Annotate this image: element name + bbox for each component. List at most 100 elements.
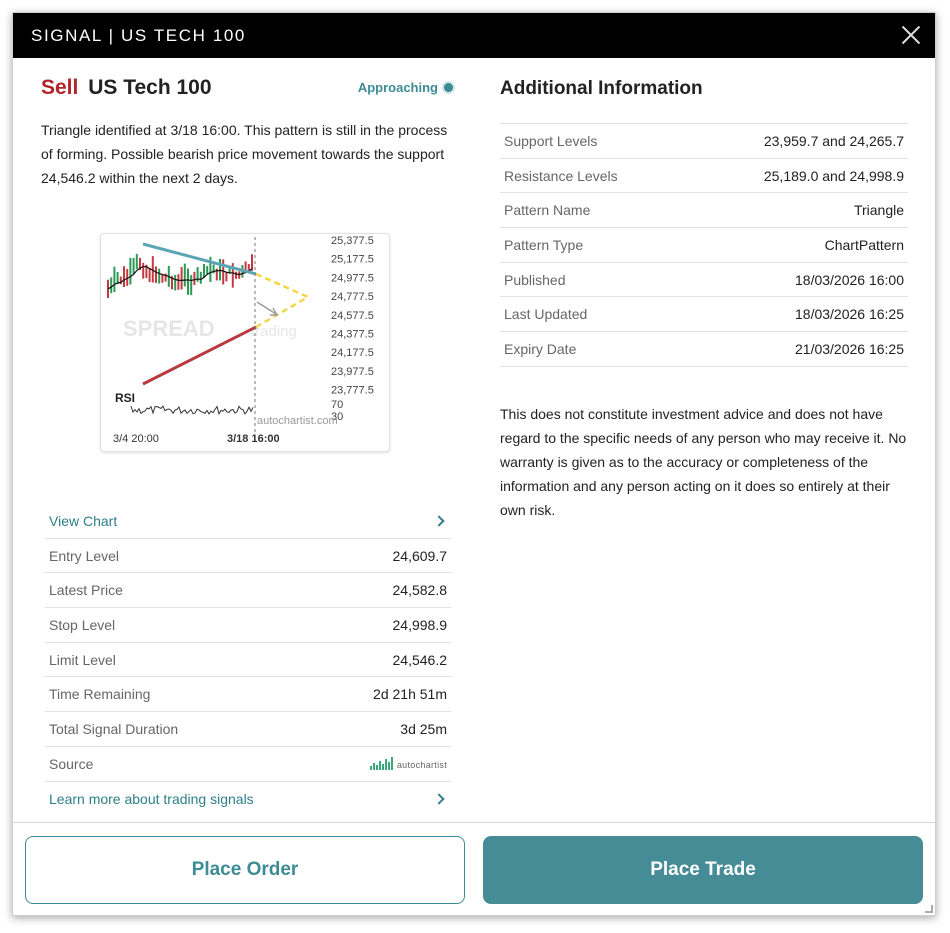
info-value: 25,189.0 and 24,998.9 <box>763 167 904 184</box>
place-order-button[interactable]: Place Order <box>25 836 465 904</box>
additional-info-table: Support Levels 23,959.7 and 24,265.7 Res… <box>500 123 908 367</box>
detail-row-source: Source autochartist <box>45 747 451 782</box>
candle <box>251 254 253 271</box>
signal-heading: Sell US Tech 100 <box>41 76 212 100</box>
y-tick-label: 24,377.5 <box>331 329 374 341</box>
candle <box>177 274 180 290</box>
signal-modal: SIGNAL | US TECH 100 Sell US Tech 100 Ap… <box>12 12 936 916</box>
candle <box>222 259 225 285</box>
candle <box>225 271 228 282</box>
rsi-line <box>130 405 254 416</box>
watermark-text: SPREAD <box>123 316 215 341</box>
learn-more-link[interactable]: Learn more about trading signals <box>45 782 451 817</box>
detail-label: Stop Level <box>49 616 116 633</box>
x-tick-signal: 3/18 16:00 <box>227 433 280 445</box>
candle <box>206 266 209 275</box>
close-icon[interactable] <box>901 25 921 45</box>
candle <box>183 263 186 287</box>
chart-credit: autochartist.com <box>257 415 338 427</box>
status-label: Approaching <box>357 80 438 95</box>
y-tick-label: 24,977.5 <box>331 272 374 284</box>
disclaimer-text: This does not constitute investment advi… <box>500 406 907 518</box>
additional-info-heading: Additional Information <box>500 78 703 99</box>
x-tick-start: 3/4 20:00 <box>113 433 159 445</box>
instrument-name: US Tech 100 <box>88 76 212 99</box>
title-bar: SIGNAL | US TECH 100 <box>13 13 935 58</box>
signal-details: View Chart Entry Level 24,609.7 Latest P… <box>45 504 451 816</box>
detail-row-limit-level: Limit Level 24,546.2 <box>45 643 451 678</box>
pattern-chart-svg: SPREAD trading 25,377.525,177.524,977.52… <box>107 235 374 445</box>
autochartist-logo-text: autochartist <box>396 760 447 771</box>
detail-label: Limit Level <box>49 651 116 668</box>
detail-label: Entry Level <box>49 547 120 564</box>
detail-value: 24,609.7 <box>392 547 448 564</box>
detail-label: Source <box>49 755 94 772</box>
info-row-published: Published 18/03/2026 16:00 <box>500 263 908 298</box>
signal-description: Triangle identified at 3/18 16:00. This … <box>41 122 448 186</box>
y-tick-label: 23,977.5 <box>331 366 374 378</box>
candle <box>174 274 177 291</box>
candle <box>129 257 132 285</box>
info-label: Pattern Type <box>504 236 584 253</box>
info-label: Expiry Date <box>504 340 577 357</box>
status-dot-icon <box>444 83 453 92</box>
y-tick-label: 25,377.5 <box>331 235 374 247</box>
projection-upper <box>255 272 309 299</box>
learn-more-label: Learn more about trading signals <box>49 790 254 807</box>
y-tick-label: 24,777.5 <box>331 291 374 303</box>
candle <box>180 267 183 290</box>
action-footer: Place Order Place Trade <box>13 822 935 915</box>
candle <box>113 266 116 293</box>
candle <box>193 271 196 285</box>
candle <box>110 277 113 294</box>
info-label: Pattern Name <box>504 202 591 219</box>
detail-row-time-remaining: Time Remaining 2d 21h 51m <box>45 677 451 713</box>
y-tick-label: 25,177.5 <box>331 254 374 266</box>
modal-title: SIGNAL | US TECH 100 <box>31 25 246 45</box>
chevron-right-icon <box>433 793 445 805</box>
candle <box>199 271 202 284</box>
detail-row-latest-price: Latest Price 24,582.8 <box>45 573 451 609</box>
candle <box>158 268 161 284</box>
candle <box>203 263 205 278</box>
detail-label: Total Signal Duration <box>49 720 179 737</box>
view-chart-label: View Chart <box>49 512 118 529</box>
candle <box>148 268 151 283</box>
info-row-last-updated: Last Updated 18/03/2026 16:25 <box>500 297 908 333</box>
info-row-pattern-name: Pattern Name Triangle <box>500 193 908 229</box>
y-tick-label: 24,177.5 <box>331 347 374 359</box>
detail-value: 2d 21h 51m <box>373 686 447 703</box>
candle <box>190 275 193 296</box>
info-value: Triangle <box>853 202 904 219</box>
detail-value: 3d 25m <box>400 720 447 737</box>
candle <box>142 262 145 279</box>
candle <box>235 271 237 279</box>
detail-label: Time Remaining <box>49 686 151 703</box>
signal-direction: Sell <box>41 76 79 99</box>
candle <box>155 266 157 283</box>
y-tick-label: 24,577.5 <box>331 310 374 322</box>
info-label: Resistance Levels <box>504 167 618 184</box>
detail-row-total-duration: Total Signal Duration 3d 25m <box>45 712 451 747</box>
info-row-pattern-type: Pattern Type ChartPattern <box>500 228 908 263</box>
info-value: 18/03/2026 16:25 <box>795 306 904 323</box>
info-label: Support Levels <box>504 132 598 149</box>
candle <box>187 268 189 295</box>
info-label: Last Updated <box>504 306 588 323</box>
pattern-chart[interactable]: SPREAD trading 25,377.5 25,177.5 24,977.5 2… <box>100 233 390 452</box>
info-row-expiry-date: Expiry Date 21/03/2026 16:25 <box>500 332 908 367</box>
autochartist-logo: autochartist <box>369 757 447 771</box>
place-trade-button[interactable]: Place Trade <box>483 836 923 904</box>
detail-row-entry-level: Entry Level 24,609.7 <box>45 539 451 574</box>
resize-handle-icon[interactable] <box>925 905 933 913</box>
info-value: ChartPattern <box>824 236 904 253</box>
detail-value: 24,546.2 <box>392 651 448 668</box>
info-label: Published <box>504 271 566 288</box>
candle <box>135 253 138 270</box>
chevron-right-icon <box>433 515 445 527</box>
detail-row-stop-level: Stop Level 24,998.9 <box>45 608 451 643</box>
detail-label: Latest Price <box>49 582 123 599</box>
view-chart-link[interactable]: View Chart <box>45 504 451 539</box>
y-tick-label: 23,777.5 <box>331 385 374 397</box>
info-value: 23,959.7 and 24,265.7 <box>763 132 904 149</box>
